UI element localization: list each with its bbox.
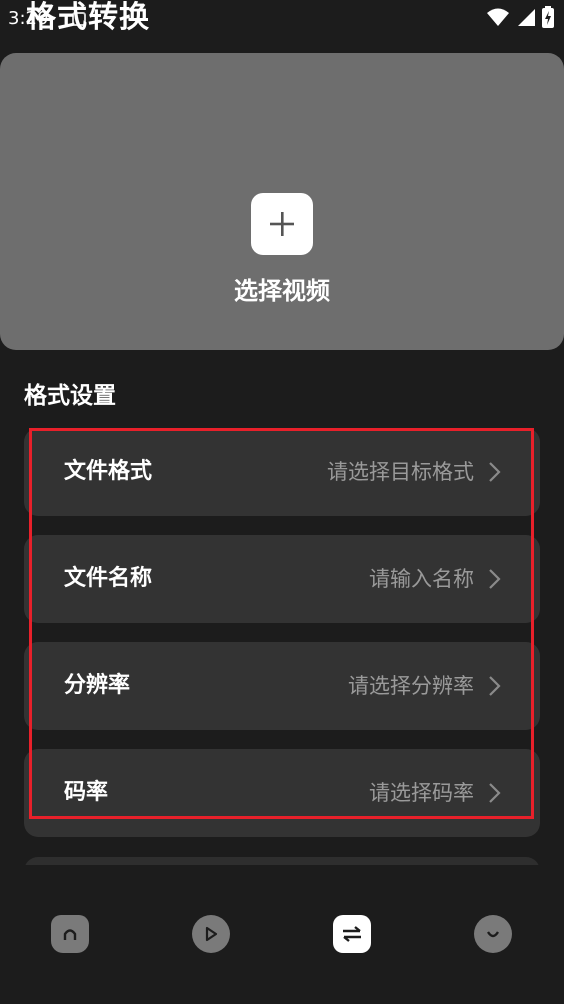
chevron-right-icon (489, 462, 501, 482)
home-icon[interactable] (51, 915, 89, 953)
select-video-area[interactable]: 选择视频 (0, 53, 564, 350)
resolution-row[interactable]: 分辨率 请选择分辨率 (24, 642, 540, 730)
section-title: 格式设置 (24, 383, 116, 409)
convert-icon[interactable] (333, 915, 371, 953)
wifi-icon (487, 8, 509, 26)
row-placeholder: 请选择分辨率 (348, 674, 474, 698)
file-format-row[interactable]: 文件格式 请选择目标格式 (24, 428, 540, 516)
screen: 3:20 格式转换 选择视频 格式设置 文件格式 请选择目标格式 文件名称 请输… (0, 0, 564, 1004)
bottom-nav (0, 865, 564, 1004)
plus-icon[interactable] (251, 193, 313, 255)
chevron-right-icon (489, 783, 501, 803)
status-icons (486, 6, 554, 28)
bitrate-row[interactable]: 码率 请选择码率 (24, 749, 540, 837)
row-label: 分辨率 (64, 673, 131, 698)
row-placeholder: 请输入名称 (369, 567, 474, 591)
play-icon[interactable] (192, 915, 230, 953)
row-label: 文件名称 (64, 566, 153, 591)
chevron-right-icon (489, 569, 501, 589)
row-placeholder: 请选择码率 (369, 781, 474, 805)
chevron-right-icon (489, 676, 501, 696)
row-label: 文件格式 (64, 459, 153, 484)
row-placeholder: 请选择目标格式 (327, 460, 474, 484)
select-video-label: 选择视频 (234, 277, 330, 305)
file-name-row[interactable]: 文件名称 请输入名称 (24, 535, 540, 623)
battery-icon (542, 6, 554, 28)
profile-icon[interactable] (474, 915, 512, 953)
signal-icon (518, 9, 535, 26)
page-title: 格式转换 (26, 0, 150, 35)
row-label: 码率 (64, 780, 109, 805)
